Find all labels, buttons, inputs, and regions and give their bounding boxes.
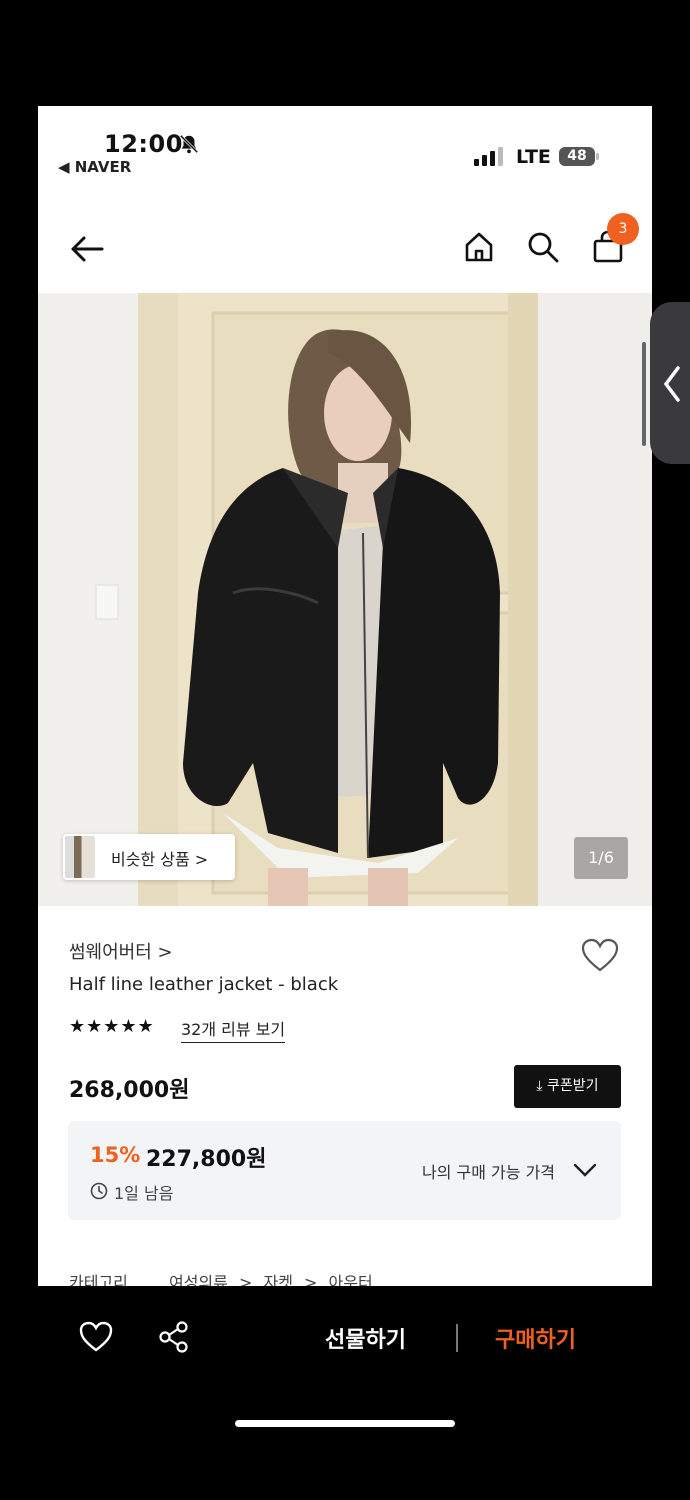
- bottom-divider: [456, 1324, 458, 1352]
- home-indicator[interactable]: [235, 1420, 455, 1427]
- app-screen: 12:00 ◀ NAVER LTE 48 3 비슷한 상품 > 1/6 썸웨어버…: [38, 106, 652, 1286]
- time-left: 1일 남음: [114, 1184, 174, 1203]
- category-label: 카테고리: [69, 1273, 128, 1286]
- similar-thumbnail: [65, 836, 95, 878]
- signal-icon: [474, 147, 503, 166]
- discount-box[interactable]: 15% 227,800원 1일 남음 나의 구매 가능 가격: [68, 1121, 621, 1220]
- category-item[interactable]: 아우터: [329, 1273, 373, 1286]
- reviews-link[interactable]: 32개 리뷰 보기: [181, 1016, 286, 1043]
- bottom-heart-icon[interactable]: [79, 1321, 113, 1353]
- my-price-label[interactable]: 나의 구매 가능 가격: [422, 1159, 555, 1183]
- category-separator: >: [238, 1273, 253, 1286]
- image-counter: 1/6: [574, 837, 628, 879]
- discount-percent: 15%: [90, 1143, 141, 1167]
- buy-button[interactable]: 구매하기: [495, 1322, 576, 1354]
- cart-count-badge: 3: [607, 213, 639, 245]
- discount-price: 227,800원: [146, 1147, 267, 1172]
- gift-button[interactable]: 선물하기: [325, 1322, 406, 1354]
- battery-tip: [596, 153, 599, 160]
- product-name: Half line leather jacket - black: [69, 974, 339, 995]
- category-breadcrumb: 카테고리 여성의류 > 자켓 > 아우터: [69, 1269, 379, 1286]
- bell-muted-icon: [179, 134, 199, 154]
- back-arrow-icon[interactable]: [68, 230, 106, 268]
- coupon-button[interactable]: ⤓ 쿠폰받기: [514, 1065, 621, 1108]
- original-price: 268,000원: [69, 1078, 190, 1103]
- chevron-left-icon[interactable]: [660, 364, 684, 404]
- product-photo: [38, 293, 652, 906]
- share-icon[interactable]: [158, 1321, 190, 1353]
- clock-icon: [90, 1182, 108, 1200]
- rating-stars: ★★★★★: [69, 1016, 155, 1037]
- product-image[interactable]: [38, 293, 652, 906]
- status-time: 12:00: [104, 130, 183, 158]
- similar-products-label: 비슷한 상품 >: [111, 850, 209, 869]
- category-item[interactable]: 여성의류: [169, 1273, 228, 1286]
- brand-link[interactable]: 썸웨어버터 >: [69, 938, 173, 964]
- similar-products-button[interactable]: 비슷한 상품 >: [63, 834, 235, 880]
- home-icon[interactable]: [462, 230, 496, 264]
- category-item[interactable]: 자켓: [263, 1273, 292, 1286]
- battery-icon: 48: [559, 147, 595, 166]
- search-icon[interactable]: [526, 230, 560, 264]
- chevron-down-icon[interactable]: [573, 1161, 597, 1179]
- network-type: LTE: [516, 146, 551, 168]
- back-to-naver[interactable]: ◀ NAVER: [58, 158, 131, 176]
- category-separator: >: [304, 1273, 318, 1286]
- wishlist-heart-icon[interactable]: [581, 938, 619, 974]
- scroll-indicator: [642, 342, 646, 446]
